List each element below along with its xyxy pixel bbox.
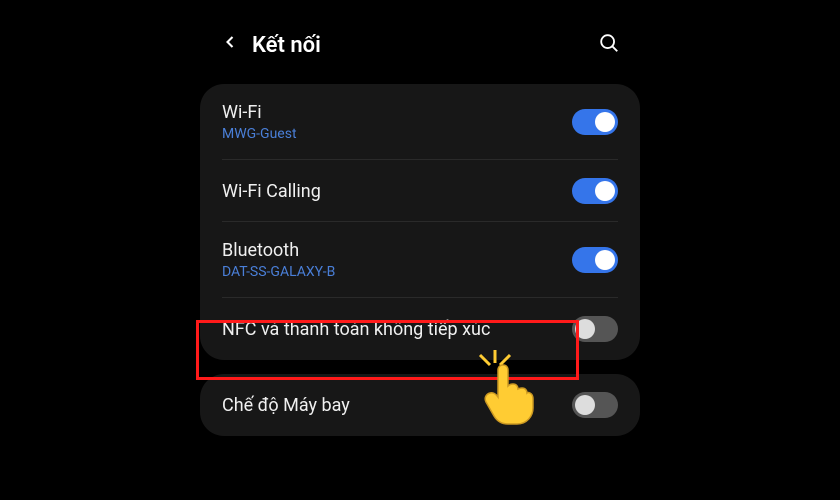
- wifi-calling-item[interactable]: Wi-Fi Calling: [200, 160, 640, 222]
- bluetooth-toggle[interactable]: [572, 247, 618, 273]
- wifi-calling-toggle[interactable]: [572, 178, 618, 204]
- wifi-label: Wi-Fi: [222, 102, 572, 123]
- nfc-label: NFC và thanh toán không tiếp xúc: [222, 319, 572, 340]
- wifi-calling-label: Wi-Fi Calling: [222, 181, 572, 202]
- airplane-toggle[interactable]: [572, 392, 618, 418]
- wifi-item[interactable]: Wi-Fi MWG-Guest: [200, 84, 640, 160]
- bluetooth-sublabel: DAT-SS-GALAXY-B: [222, 264, 572, 280]
- airplane-item[interactable]: Chế độ Máy bay: [200, 374, 640, 436]
- wifi-sublabel: MWG-Guest: [222, 126, 572, 142]
- nfc-toggle[interactable]: [572, 316, 618, 342]
- airplane-label: Chế độ Máy bay: [222, 395, 572, 416]
- bluetooth-item[interactable]: Bluetooth DAT-SS-GALAXY-B: [200, 222, 640, 298]
- back-icon[interactable]: [220, 32, 240, 58]
- page-title: Kết nối: [252, 33, 598, 58]
- settings-group-1: Wi-Fi MWG-Guest Wi-Fi Calling Bluetooth …: [200, 84, 640, 360]
- settings-group-2: Chế độ Máy bay: [200, 374, 640, 436]
- wifi-toggle[interactable]: [572, 109, 618, 135]
- search-icon[interactable]: [598, 32, 620, 58]
- nfc-item[interactable]: NFC và thanh toán không tiếp xúc: [200, 298, 640, 360]
- header: Kết nối: [200, 20, 640, 70]
- bluetooth-label: Bluetooth: [222, 240, 572, 261]
